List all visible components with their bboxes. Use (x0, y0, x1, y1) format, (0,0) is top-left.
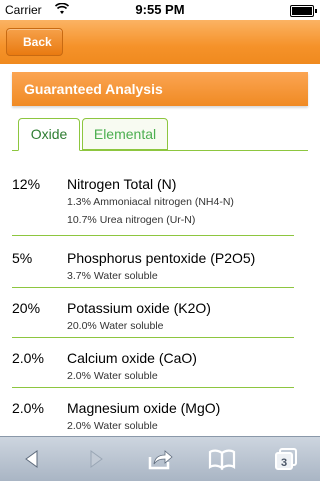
row-detail: 2.0% Water soluble (67, 370, 158, 382)
back-button-label: Back (23, 35, 52, 49)
forward-arrow-icon[interactable] (82, 445, 110, 473)
battery-icon (290, 5, 317, 17)
row-percent: 12% (12, 176, 41, 192)
row-divider (12, 235, 294, 236)
tab-oxide[interactable]: Oxide (18, 118, 80, 151)
row-percent: 2.0% (12, 400, 44, 416)
row-name: Magnesium oxide (MgO) (67, 400, 221, 416)
back-arrow-icon[interactable] (18, 445, 46, 473)
row-name: Potassium oxide (K2O) (67, 300, 211, 316)
row-name: Phosphorus pentoxide (P2O5) (67, 250, 256, 266)
row-name: Nitrogen Total (N) (67, 176, 177, 192)
row-detail: 1.3% Ammoniacal nitrogen (NH4-N) (67, 196, 234, 208)
bookmarks-icon[interactable] (208, 445, 236, 473)
tabs-count: 3 (281, 457, 287, 469)
list-item: 2.0% Calcium oxide (CaO) 2.0% Water solu… (0, 338, 320, 388)
row-name: Calcium oxide (CaO) (67, 350, 197, 366)
back-button[interactable]: Back (6, 28, 63, 56)
row-detail: 3.7% Water soluble (67, 270, 158, 282)
row-percent: 20% (12, 300, 41, 316)
list-item: 12% Nitrogen Total (N) 1.3% Ammoniacal n… (0, 164, 320, 238)
list-item: 20% Potassium oxide (K2O) 20.0% Water so… (0, 288, 320, 338)
clock: 9:55 PM (135, 2, 185, 17)
tab-elemental[interactable]: Elemental (82, 118, 168, 150)
list-item: 5% Phosphorus pentoxide (P2O5) 3.7% Wate… (0, 238, 320, 288)
navigation-bar: Back (0, 20, 320, 64)
row-detail: 10.7% Urea nitrogen (Ur-N) (67, 214, 196, 226)
row-percent: 2.0% (12, 350, 44, 366)
row-detail: 20.0% Water soluble (67, 320, 164, 332)
share-icon[interactable] (146, 445, 174, 473)
tab-bar: Oxide Elemental (12, 118, 308, 151)
tabs-icon[interactable]: 3 (272, 445, 300, 473)
status-bar: Carrier 9:55 PM (0, 0, 320, 20)
row-detail: 2.0% Water soluble (67, 420, 158, 432)
browser-toolbar: 3 (0, 436, 320, 481)
row-percent: 5% (12, 250, 33, 266)
list-item: 2.0% Magnesium oxide (MgO) 2.0% Water so… (0, 388, 320, 438)
section-header: Guaranteed Analysis (12, 72, 308, 106)
analysis-list: 12% Nitrogen Total (N) 1.3% Ammoniacal n… (0, 164, 320, 438)
